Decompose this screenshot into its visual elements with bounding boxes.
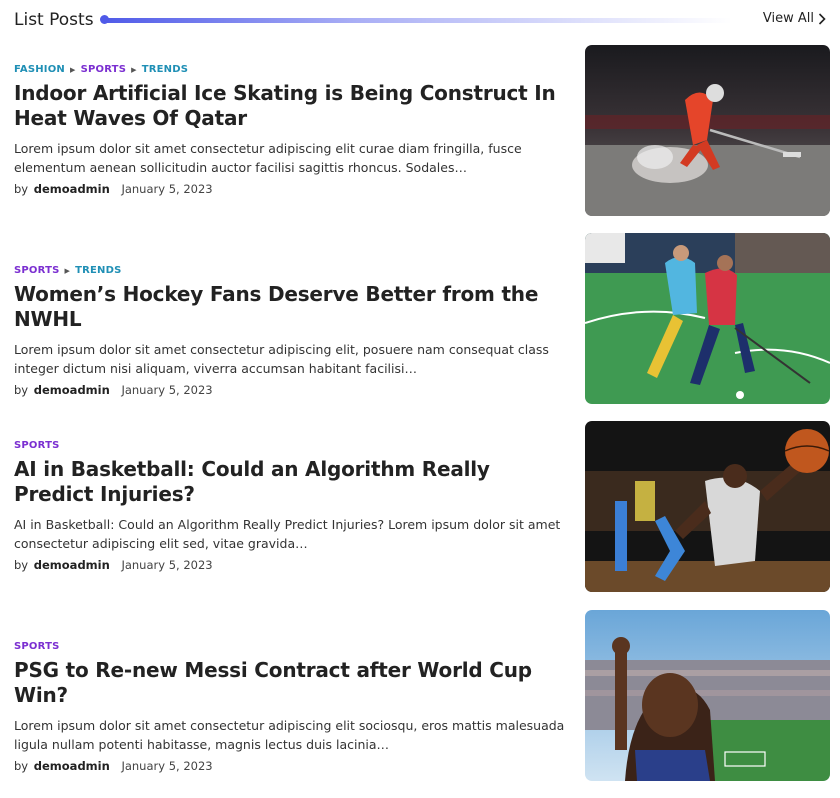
section-title: List Posts — [14, 10, 94, 30]
basketball-player-photo[interactable] — [585, 421, 830, 592]
author-link[interactable]: demoadmin — [34, 383, 110, 397]
view-all-label: View All — [762, 11, 814, 26]
section-header: List Posts View All — [14, 8, 826, 32]
post-date: January 5, 2023 — [121, 383, 213, 397]
post-excerpt: Lorem ipsum dolor sit amet consectetur a… — [14, 342, 549, 376]
post-title[interactable]: AI in Basketball: Could an Algorithm Rea… — [14, 457, 570, 507]
post-categories: FASHION ▶ SPORTS ▶ TRENDS — [14, 64, 570, 75]
triangle-separator-icon: ▶ — [70, 65, 76, 74]
category-link[interactable]: SPORTS — [14, 265, 60, 276]
by-label: by — [14, 759, 29, 773]
category-link[interactable]: SPORTS — [14, 440, 60, 451]
post-excerpt: Lorem ipsum dolor sit amet consectetur a… — [14, 718, 565, 752]
by-label: by — [14, 182, 29, 196]
post-meta: by demoadmin January 5, 2023 — [14, 182, 570, 196]
author-link[interactable]: demoadmin — [34, 558, 110, 572]
post-item: SPORTS ▶ TRENDS Women’s Hockey Fans Dese… — [14, 233, 830, 405]
triangle-separator-icon: ▶ — [64, 266, 71, 275]
title-underline — [102, 18, 732, 23]
ice-hockey-player-photo[interactable] — [585, 45, 830, 216]
post-text: SPORTS ▶ TRENDS Women’s Hockey Fans Dese… — [14, 265, 570, 397]
post-excerpt: AI in Basketball: Could an Algorithm Rea… — [14, 517, 561, 551]
category-link[interactable]: SPORTS — [14, 641, 60, 652]
post-title[interactable]: Indoor Artificial Ice Skating is Being C… — [14, 81, 570, 131]
by-label: by — [14, 383, 29, 397]
post-item: SPORTS PSG to Re-new Messi Contract afte… — [14, 610, 830, 781]
view-all-link[interactable]: View All — [763, 11, 826, 26]
category-link[interactable]: TRENDS — [142, 64, 188, 75]
by-label: by — [14, 558, 29, 572]
post-item: FASHION ▶ SPORTS ▶ TRENDS Indoor Artific… — [14, 45, 830, 217]
author-link[interactable]: demoadmin — [34, 759, 110, 773]
post-title[interactable]: PSG to Re-new Messi Contract after World… — [14, 658, 570, 708]
post-text: SPORTS AI in Basketball: Could an Algori… — [14, 440, 570, 572]
post-date: January 5, 2023 — [121, 182, 213, 196]
category-link[interactable]: FASHION — [14, 64, 65, 75]
post-meta: by demoadmin January 5, 2023 — [14, 558, 570, 572]
stadium-fan-photo[interactable] — [585, 610, 830, 781]
post-excerpt: Lorem ipsum dolor sit amet consectetur a… — [14, 141, 522, 175]
post-item: SPORTS AI in Basketball: Could an Algori… — [14, 421, 830, 593]
post-categories: SPORTS — [14, 440, 570, 451]
author-link[interactable]: demoadmin — [34, 182, 110, 196]
post-text: FASHION ▶ SPORTS ▶ TRENDS Indoor Artific… — [14, 64, 570, 196]
post-date: January 5, 2023 — [121, 558, 213, 572]
post-title[interactable]: Women’s Hockey Fans Deserve Better from … — [14, 282, 570, 332]
triangle-separator-icon: ▶ — [131, 65, 137, 74]
chevron-right-icon — [818, 12, 826, 25]
post-text: SPORTS PSG to Re-new Messi Contract afte… — [14, 641, 570, 773]
title-dot — [100, 15, 109, 24]
category-link[interactable]: SPORTS — [81, 64, 127, 75]
post-meta: by demoadmin January 5, 2023 — [14, 383, 570, 397]
category-link[interactable]: TRENDS — [75, 265, 121, 276]
post-categories: SPORTS — [14, 641, 570, 652]
post-meta: by demoadmin January 5, 2023 — [14, 759, 570, 773]
field-hockey-players-photo[interactable] — [585, 233, 830, 404]
post-date: January 5, 2023 — [121, 759, 213, 773]
post-categories: SPORTS ▶ TRENDS — [14, 265, 570, 276]
